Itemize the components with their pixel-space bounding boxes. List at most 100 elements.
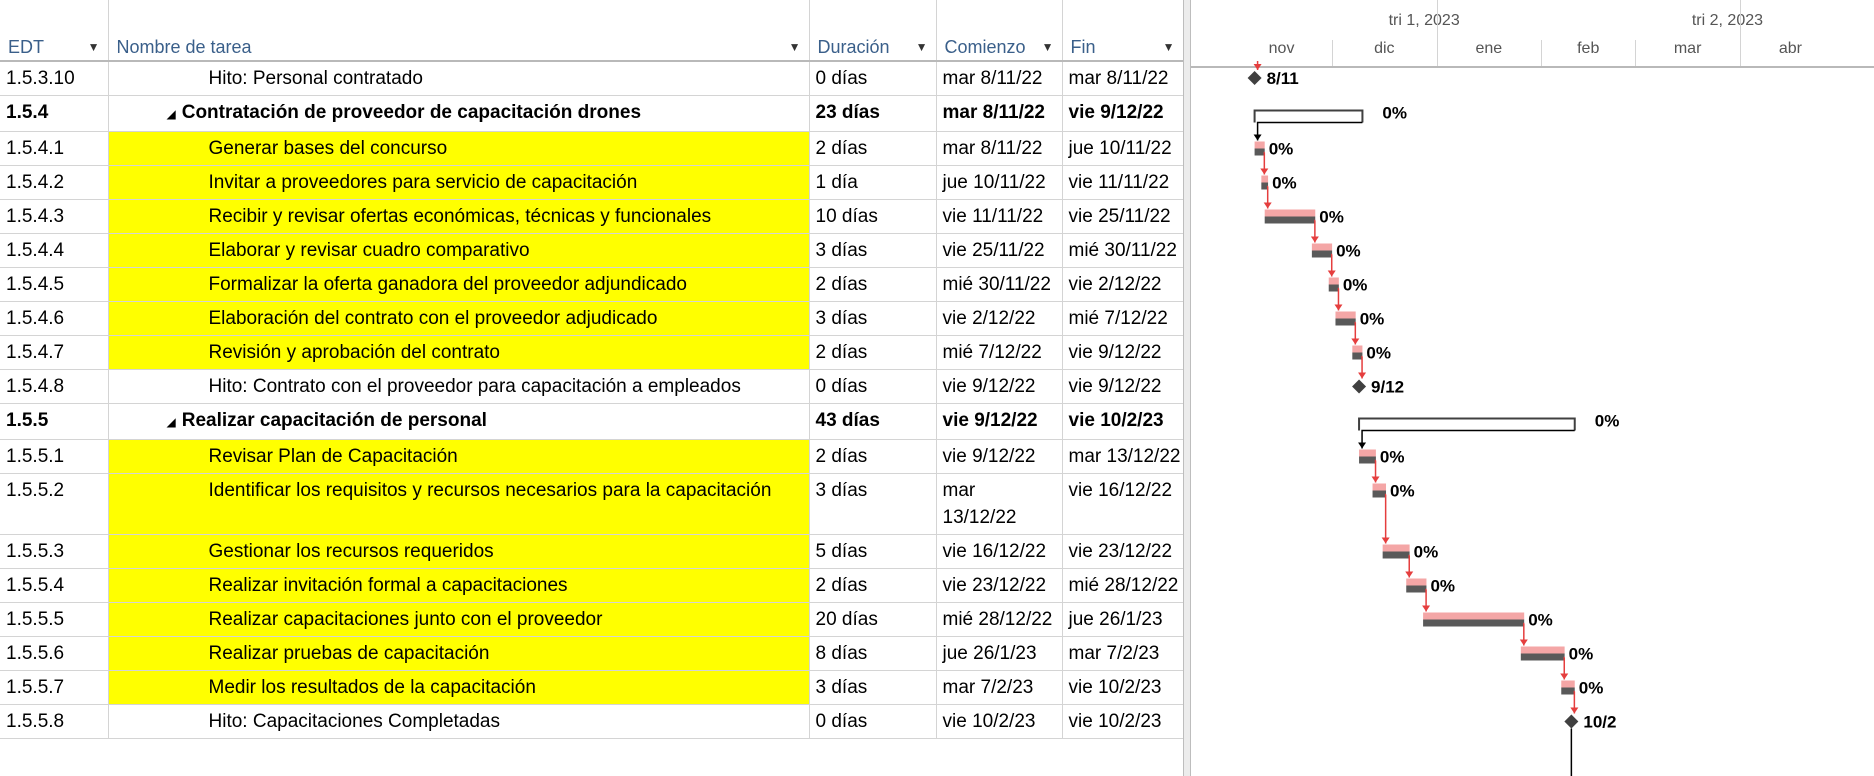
cell-finish[interactable]: mar 8/11/22 [1062, 61, 1183, 96]
dependency-arrow-icon[interactable] [1381, 537, 1390, 544]
task-progress-bar[interactable] [1335, 318, 1356, 326]
task-row[interactable]: 1.5.5.5 Realizar capacitaciones junto con… [0, 602, 1183, 637]
milestone-diamond[interactable] [1352, 379, 1367, 394]
cell-task-name[interactable]: Realizar invitación formal a capacitacio… [108, 568, 810, 603]
cell-edt[interactable]: 1.5.5.4 [0, 568, 109, 603]
task-progress-bar[interactable] [1520, 653, 1565, 661]
cell-edt[interactable]: 1.5.5.3 [0, 534, 109, 569]
cell-duration[interactable]: 2 días [809, 439, 937, 474]
cell-edt[interactable]: 1.5.4.6 [0, 301, 109, 336]
dependency-arrow-icon[interactable] [1358, 442, 1367, 449]
cell-finish[interactable]: vie 11/11/22 [1062, 165, 1183, 200]
task-progress-bar[interactable] [1382, 551, 1410, 559]
dependency-arrow-icon[interactable] [1253, 64, 1262, 70]
cell-task-name[interactable]: Gestionar los recursos requeridos [108, 534, 810, 569]
dependency-arrow-icon[interactable] [1327, 270, 1336, 277]
cell-finish[interactable]: mié 30/11/22 [1062, 233, 1183, 268]
dependency-arrow-icon[interactable] [1371, 476, 1380, 483]
cell-task-name[interactable]: Invitar a proveedores para servicio de c… [108, 165, 810, 200]
dependency-arrow-icon[interactable] [1253, 134, 1262, 141]
task-progress-bar[interactable] [1352, 352, 1363, 360]
task-row[interactable]: 1.5.4.7 Revisión y aprobación del contrat… [0, 335, 1183, 370]
cell-start[interactable]: mar 8/11/22 [936, 131, 1063, 166]
task-bar[interactable] [1254, 141, 1265, 149]
task-row[interactable]: 1.5.5.1 Revisar Plan de Capacitación 2 día… [0, 439, 1183, 474]
task-row[interactable]: 1.5.4.1 Generar bases del concurso 2 días m… [0, 131, 1183, 166]
task-progress-bar[interactable] [1561, 687, 1575, 695]
cell-edt[interactable]: 1.5.4.2 [0, 165, 109, 200]
cell-task-name[interactable]: Hito: Contrato con el proveedor para cap… [108, 369, 810, 404]
task-progress-bar[interactable] [1328, 284, 1339, 292]
task-row[interactable]: 1.5.4.2 Invitar a proveedores para servic… [0, 165, 1183, 200]
cell-duration[interactable]: 3 días [809, 233, 937, 268]
dependency-link[interactable] [1361, 429, 1575, 449]
cell-start[interactable]: mar 7/2/23 [936, 670, 1063, 705]
task-row[interactable]: 1.5.4.3 Recibir y revisar ofertas económi… [0, 199, 1183, 234]
cell-finish[interactable]: vie 16/12/22 [1062, 473, 1183, 535]
task-bar[interactable] [1561, 680, 1575, 688]
dependency-arrow-icon[interactable] [1358, 372, 1367, 379]
cell-start[interactable]: jue 10/11/22 [936, 165, 1063, 200]
cell-task-name[interactable]: Formalizar la oferta ganadora del provee… [108, 267, 810, 302]
task-progress-bar[interactable] [1406, 585, 1427, 593]
cell-edt[interactable]: 1.5.5.2 [0, 473, 109, 535]
cell-task-name[interactable]: ◢ Contratación de proveedor de capacitaci… [108, 95, 810, 132]
cell-task-name[interactable]: Generar bases del concurso [108, 131, 810, 166]
cell-start[interactable]: jue 26/1/23 [936, 636, 1063, 671]
dependency-arrow-icon[interactable] [1310, 236, 1319, 243]
task-row[interactable]: 1.5.5.3 Gestionar los recursos requeridos… [0, 534, 1183, 569]
cell-duration[interactable]: 2 días [809, 267, 937, 302]
cell-duration[interactable]: 3 días [809, 670, 937, 705]
task-bar[interactable] [1520, 646, 1565, 654]
task-progress-bar[interactable] [1423, 619, 1525, 627]
cell-task-name[interactable]: Elaboración del contrato con el proveedo… [108, 301, 810, 336]
task-row[interactable]: 1.5.5.8 Hito: Capacitaciones Completadas 0… [0, 704, 1183, 739]
cell-edt[interactable]: 1.5.4.4 [0, 233, 109, 268]
cell-task-name[interactable]: Hito: Capacitaciones Completadas [108, 704, 810, 739]
cell-start[interactable]: vie 11/11/22 [936, 199, 1063, 234]
cell-finish[interactable]: jue 10/11/22 [1062, 131, 1183, 166]
dependency-arrow-icon[interactable] [1560, 673, 1569, 680]
dependency-arrow-icon[interactable] [1519, 639, 1528, 646]
task-progress-bar[interactable] [1254, 148, 1265, 156]
summary-bar[interactable] [1358, 417, 1576, 431]
cell-start[interactable]: mar 8/11/22 [936, 61, 1063, 96]
cell-start[interactable]: vie 25/11/22 [936, 233, 1063, 268]
cell-edt[interactable]: 1.5.5.7 [0, 670, 109, 705]
column-header-start[interactable]: Comienzo ▼ [936, 0, 1063, 62]
task-bar[interactable] [1264, 209, 1316, 217]
task-row[interactable]: 1.5.4 ◢ Contratación de proveedor de capac… [0, 95, 1183, 132]
cell-start[interactable]: mié 28/12/22 [936, 602, 1063, 637]
cell-duration[interactable]: 2 días [809, 335, 937, 370]
collapse-triangle-icon[interactable]: ◢ [167, 107, 176, 121]
cell-duration[interactable]: 2 días [809, 131, 937, 166]
cell-edt[interactable]: 1.5.4.5 [0, 267, 109, 302]
cell-start[interactable]: vie 2/12/22 [936, 301, 1063, 336]
cell-duration[interactable]: 20 días [809, 602, 937, 637]
cell-duration[interactable]: 1 día [809, 165, 937, 200]
cell-task-name[interactable]: Medir los resultados de la capacitación [108, 670, 810, 705]
cell-start[interactable]: mié 7/12/22 [936, 335, 1063, 370]
task-bar[interactable] [1335, 311, 1356, 319]
cell-edt[interactable]: 1.5.5.5 [0, 602, 109, 637]
task-bar[interactable] [1352, 345, 1363, 353]
pane-splitter[interactable] [1183, 0, 1191, 776]
cell-task-name[interactable]: Elaborar y revisar cuadro comparativo [108, 233, 810, 268]
task-bar[interactable] [1423, 612, 1525, 620]
dependency-arrow-icon[interactable] [1422, 605, 1431, 612]
milestone-diamond[interactable] [1564, 714, 1579, 729]
task-bar[interactable] [1406, 578, 1427, 586]
cell-start[interactable]: mar 13/12/22 [936, 473, 1063, 535]
cell-start[interactable]: vie 9/12/22 [936, 369, 1063, 404]
task-progress-bar[interactable] [1372, 490, 1387, 498]
cell-finish[interactable]: mar 13/12/22 [1062, 439, 1183, 474]
task-row[interactable]: 1.5.5.2 Identificar los requisitos y recu… [0, 473, 1183, 535]
cell-edt[interactable]: 1.5.4.1 [0, 131, 109, 166]
task-row[interactable]: 1.5.4.4 Elaborar y revisar cuadro compara… [0, 233, 1183, 268]
cell-finish[interactable]: vie 2/12/22 [1062, 267, 1183, 302]
cell-finish[interactable]: vie 25/11/22 [1062, 199, 1183, 234]
summary-bar[interactable] [1253, 109, 1364, 123]
dependency-arrow-icon[interactable] [1351, 338, 1360, 345]
cell-finish[interactable]: mar 7/2/23 [1062, 636, 1183, 671]
cell-task-name[interactable]: Recibir y revisar ofertas económicas, té… [108, 199, 810, 234]
